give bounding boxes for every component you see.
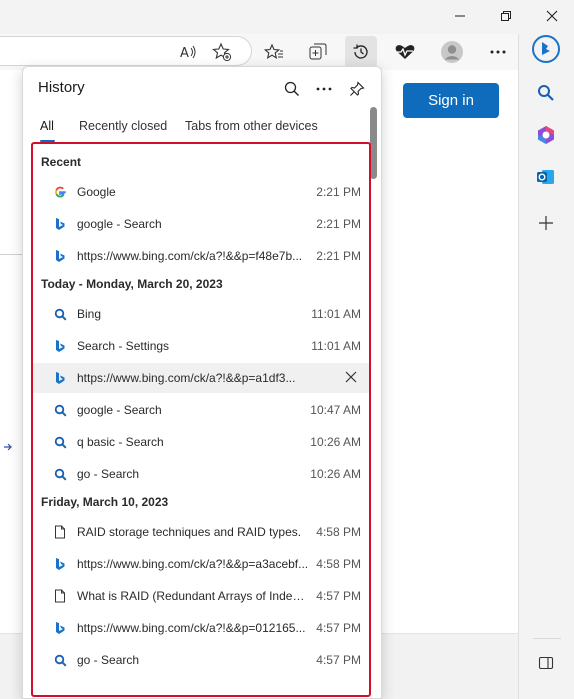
- tab-all[interactable]: All: [40, 119, 54, 133]
- history-panel-title: History: [38, 79, 85, 96]
- hide-sidebar-button[interactable]: [531, 648, 561, 678]
- sidebar-add-button[interactable]: [531, 208, 561, 238]
- history-icon: [353, 44, 368, 59]
- minimize-icon: [455, 15, 465, 17]
- minimize-button[interactable]: [446, 4, 474, 28]
- close-window-button[interactable]: [538, 4, 566, 28]
- read-aloud-icon[interactable]: A: [172, 36, 204, 68]
- sign-in-button[interactable]: Sign in: [403, 83, 499, 118]
- svg-text:A: A: [180, 46, 189, 60]
- maximize-button[interactable]: [492, 4, 520, 28]
- office-icon: [538, 126, 554, 144]
- address-bar[interactable]: A: [0, 36, 252, 66]
- bing-chat-icon: [532, 35, 560, 63]
- add-favorite-icon[interactable]: [206, 36, 238, 68]
- collections-icon[interactable]: [302, 36, 334, 68]
- more-options-icon: [316, 87, 332, 91]
- plus-icon: [539, 216, 553, 230]
- history-more-button[interactable]: [310, 75, 338, 103]
- highlight-box: [31, 142, 371, 697]
- history-search-button[interactable]: [278, 75, 306, 103]
- history-tabs: All Recently closed Tabs from other devi…: [23, 119, 381, 143]
- search-icon: [284, 81, 299, 96]
- pin-icon: [350, 81, 365, 96]
- performance-icon[interactable]: [389, 36, 421, 68]
- tab-recently-closed[interactable]: Recently closed: [79, 119, 167, 133]
- history-button[interactable]: [345, 36, 377, 68]
- history-scrollbar-thumb[interactable]: [370, 107, 377, 179]
- title-bar: [0, 0, 574, 34]
- restore-icon: [501, 11, 511, 21]
- sidebar-toggle-icon: [538, 656, 554, 670]
- sidebar-divider: [533, 638, 561, 639]
- sidebar-outlook-button[interactable]: [531, 162, 561, 192]
- history-panel: History All Recently closed Tabs from ot…: [22, 66, 382, 699]
- profile-avatar[interactable]: [436, 36, 468, 68]
- sidebar-office-button[interactable]: [531, 120, 561, 150]
- pin-history-button[interactable]: [343, 75, 371, 103]
- outlook-icon: [537, 170, 554, 184]
- page-fragment-icon: [2, 441, 14, 456]
- search-icon: [538, 85, 554, 101]
- favorites-icon[interactable]: [258, 36, 290, 68]
- tab-other-devices[interactable]: Tabs from other devices: [185, 119, 318, 133]
- more-options-icon[interactable]: [482, 36, 514, 68]
- browser-toolbar: A: [0, 34, 574, 70]
- bing-chat-button[interactable]: [531, 34, 561, 64]
- sidebar-search-button[interactable]: [531, 78, 561, 108]
- right-sidebar: [518, 34, 574, 699]
- close-icon: [546, 10, 558, 22]
- page-divider: [0, 254, 22, 255]
